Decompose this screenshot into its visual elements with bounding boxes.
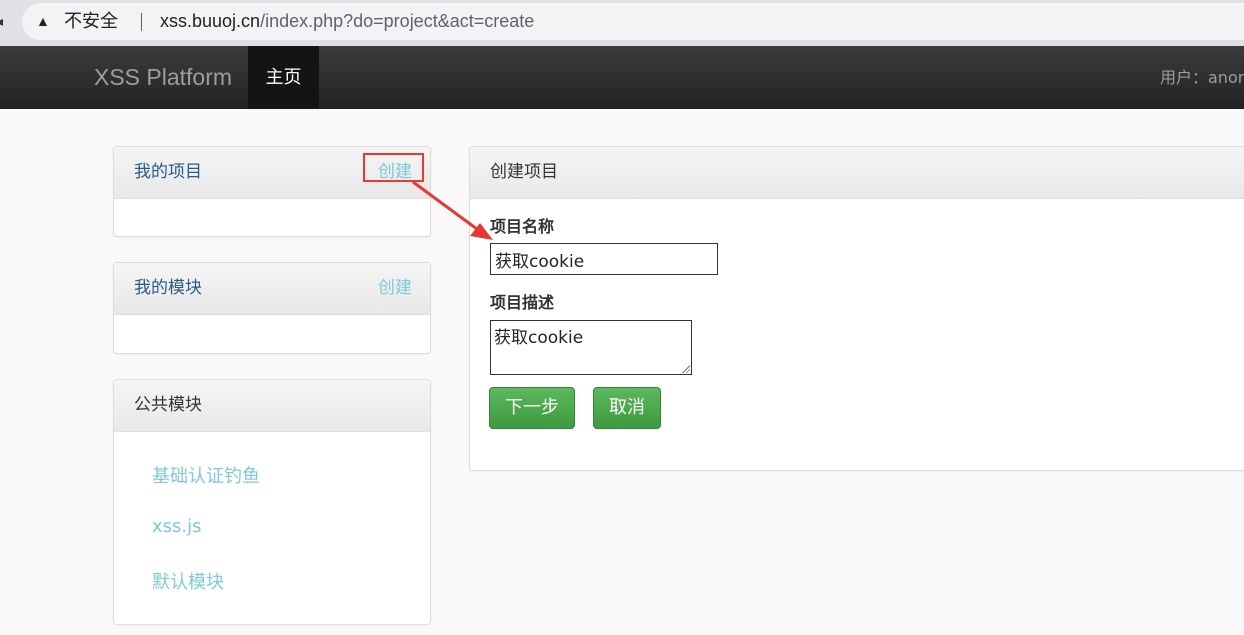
annotation-arrow-icon bbox=[412, 180, 493, 240]
